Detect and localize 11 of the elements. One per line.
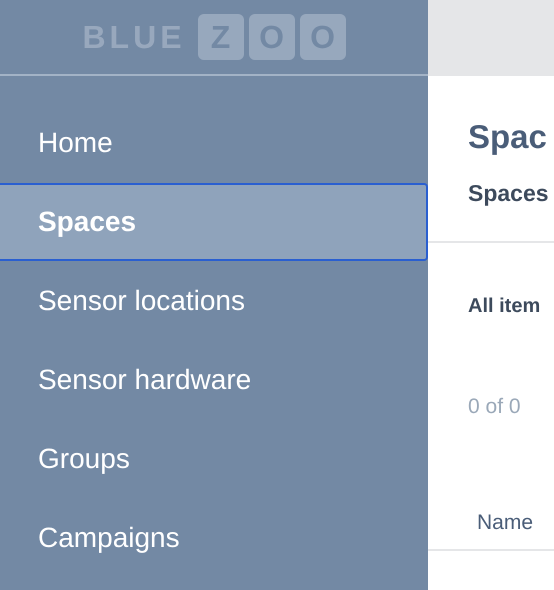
item-count: 0 of 0	[467, 394, 522, 420]
section-title: Spaces	[468, 179, 550, 207]
nav-item[interactable]: Campaigns	[0, 499, 428, 577]
page-title: Spac	[468, 117, 548, 157]
filter-label: All item	[467, 294, 542, 319]
nav-item[interactable]: Spaces	[0, 183, 428, 261]
nav-item[interactable]: Home	[0, 104, 428, 182]
nav-item[interactable]: Sensor hardware	[0, 341, 428, 419]
column-header: Name	[477, 510, 534, 536]
nav-item[interactable]: Sensor locations	[0, 262, 428, 340]
nav-item[interactable]: Groups	[0, 420, 428, 498]
